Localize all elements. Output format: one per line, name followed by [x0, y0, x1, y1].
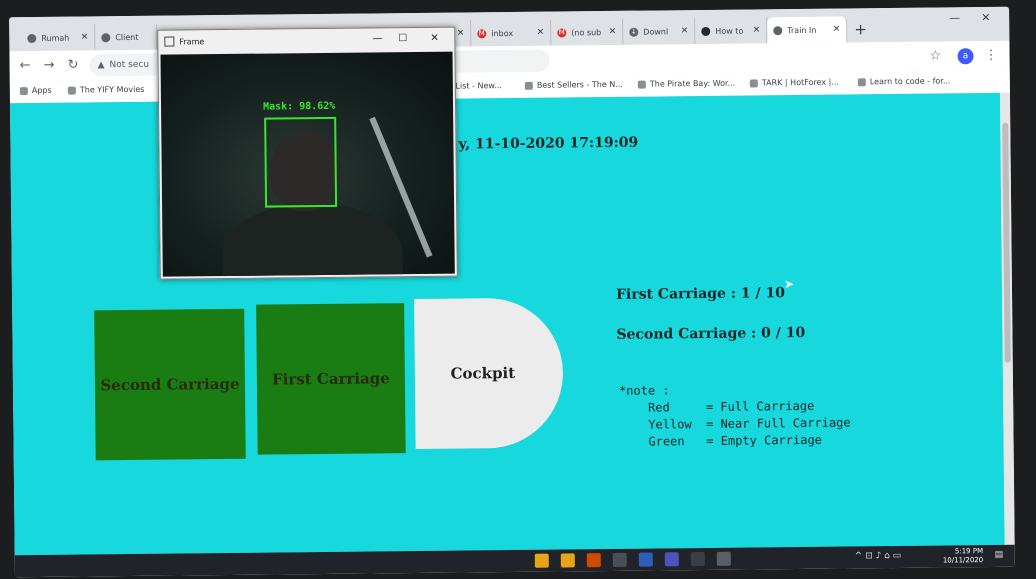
taskbar-app-icon[interactable] — [690, 551, 705, 567]
bookmark-best-sellers[interactable]: Best Sellers - The N... — [524, 79, 623, 90]
bookmark-apps[interactable]: Apps — [19, 85, 52, 96]
tab-no-subject[interactable]: M (no sub ✕ — [551, 18, 624, 46]
bookmark-learn-code[interactable]: Learn to code - for... — [857, 76, 951, 87]
bookmark-label: TARK | HotForex |... — [761, 77, 839, 88]
mouse-cursor-icon: ➤ — [783, 277, 795, 292]
bookmark-label: The Pirate Bay: Wor... — [649, 78, 736, 89]
tab-rumah[interactable]: Rumah ✕ — [21, 24, 96, 52]
taskbar-app-icon[interactable] — [534, 553, 549, 568]
bookmark-label: Apps — [31, 85, 52, 96]
close-icon[interactable]: ✕ — [681, 26, 689, 36]
frame-title-bar[interactable]: Frame — ☐ ✕ — [158, 28, 454, 53]
bookmark-label: Learn to code - for... — [869, 76, 951, 87]
cockpit-box: Cockpit — [414, 297, 564, 450]
frame-window[interactable]: Frame — ☐ ✕ Mask: 98.62% — [157, 26, 458, 280]
bookmark-label: t List - New... — [449, 81, 502, 91]
tab-how-to[interactable]: How to ✕ — [695, 17, 768, 45]
second-carriage-box: Second Carriage — [94, 308, 246, 461]
reload-icon[interactable]: ↻ — [68, 58, 79, 73]
address-text: Not secu — [109, 59, 150, 71]
tab-label: Train In — [787, 25, 817, 35]
taskbar-app-icon[interactable] — [638, 552, 653, 567]
gmail-icon: M — [477, 28, 487, 38]
close-icon[interactable]: ✕ — [81, 32, 89, 42]
first-carriage-label: First Carriage — [271, 369, 390, 389]
color-legend-note: *note : Red = Full Carriage Yellow = Nea… — [618, 383, 851, 449]
close-icon[interactable]: ✕ — [430, 33, 439, 44]
page-datetime: y, 11-10-2020 17:19:09 — [458, 134, 639, 153]
first-carriage-status: First Carriage : 1 / 10 — [615, 285, 786, 303]
bookmark-label: The YIFY Movies — [79, 84, 145, 95]
download-icon: ↓ — [629, 27, 639, 37]
bookmark-icon — [857, 77, 866, 86]
close-icon[interactable]: ✕ — [609, 27, 617, 37]
bookmark-icon — [524, 81, 533, 90]
taskbar-app-icon[interactable] — [612, 552, 627, 567]
taskbar-app-icon[interactable] — [586, 553, 601, 568]
bookmark-icon — [637, 80, 646, 89]
bookmark-star-icon[interactable]: ☆ — [929, 48, 941, 63]
close-icon[interactable]: ✕ — [457, 28, 465, 38]
gmail-icon: M — [557, 27, 567, 38]
second-carriage-status: Second Carriage : 0 / 10 — [616, 324, 806, 343]
menu-icon[interactable]: ⋮ — [984, 48, 997, 63]
taskbar-clock[interactable]: 5:19 PM 10/11/2020 — [943, 547, 984, 565]
minimize-icon[interactable]: — — [372, 33, 382, 44]
tab-label: Downl — [643, 26, 669, 37]
bookmark-yify[interactable]: The YIFY Movies — [67, 84, 145, 95]
apps-grid-icon — [19, 86, 28, 95]
bookmark-pirate-bay[interactable]: The Pirate Bay: Wor... — [637, 78, 736, 89]
cockpit-label: Cockpit — [450, 363, 516, 383]
github-icon — [701, 26, 711, 36]
taskbar-app-icon[interactable] — [716, 551, 731, 566]
first-carriage-box: First Carriage — [256, 303, 406, 455]
globe-icon — [773, 25, 783, 35]
tab-label: inbox — [491, 28, 514, 38]
second-carriage-label: Second Carriage — [100, 374, 240, 395]
tab-label: Rumah — [41, 33, 70, 43]
tab-client[interactable]: Client — [95, 23, 158, 51]
frame-title: Frame — [179, 36, 205, 46]
person-body — [222, 202, 404, 277]
notification-icon[interactable]: ▤ — [995, 550, 1004, 560]
minimize-icon[interactable]: — — [949, 11, 960, 24]
close-icon[interactable]: ✕ — [753, 25, 761, 35]
face-detection-box — [264, 116, 338, 208]
bookmark-tark[interactable]: TARK | HotForex |... — [749, 77, 839, 88]
forward-icon[interactable]: → — [44, 58, 55, 73]
system-tray-icons[interactable]: ^ ⊡ ♪ ⌂ ▭ — [855, 551, 902, 561]
camera-feed: Mask: 98.62% — [160, 51, 455, 277]
window-icon — [164, 36, 175, 47]
bookmark-label: Best Sellers - The N... — [536, 79, 623, 90]
bookmark-list-new[interactable]: t List - New... — [450, 81, 502, 91]
clock-time: 5:19 PM — [954, 547, 984, 556]
close-icon[interactable]: ✕ — [833, 25, 841, 35]
cloud-icon — [27, 33, 37, 43]
close-window-icon[interactable]: ✕ — [981, 11, 990, 24]
tab-downloads[interactable]: ↓ Downl ✕ — [623, 18, 696, 45]
new-tab-button[interactable]: + — [854, 16, 867, 42]
profile-avatar[interactable]: a — [957, 48, 974, 65]
globe-icon — [101, 32, 111, 42]
maximize-icon[interactable]: ☐ — [398, 33, 407, 44]
close-icon[interactable]: ✕ — [537, 28, 545, 38]
tab-inbox[interactable]: M inbox ✕ — [471, 19, 552, 47]
monitor-screen: Rumah ✕ Client ✕ M inbox ✕ M (no sub ✕ ↓… — [9, 6, 1015, 578]
back-icon[interactable]: ← — [20, 58, 31, 73]
bookmark-icon — [749, 78, 758, 87]
scrollbar-thumb[interactable] — [1002, 122, 1011, 363]
warning-icon: ▲ — [97, 60, 105, 71]
tab-train-info[interactable]: Train In ✕ — [767, 16, 848, 44]
mask-confidence-label: Mask: 98.62% — [262, 100, 336, 113]
tab-label: (no sub — [571, 27, 602, 37]
tab-label: Client — [115, 32, 139, 42]
bookmark-icon — [67, 86, 76, 95]
taskbar-app-icon[interactable] — [664, 552, 679, 567]
clock-date: 10/11/2020 — [942, 556, 984, 565]
taskbar-app-icon[interactable] — [560, 553, 575, 568]
tab-label: How to — [715, 26, 744, 36]
